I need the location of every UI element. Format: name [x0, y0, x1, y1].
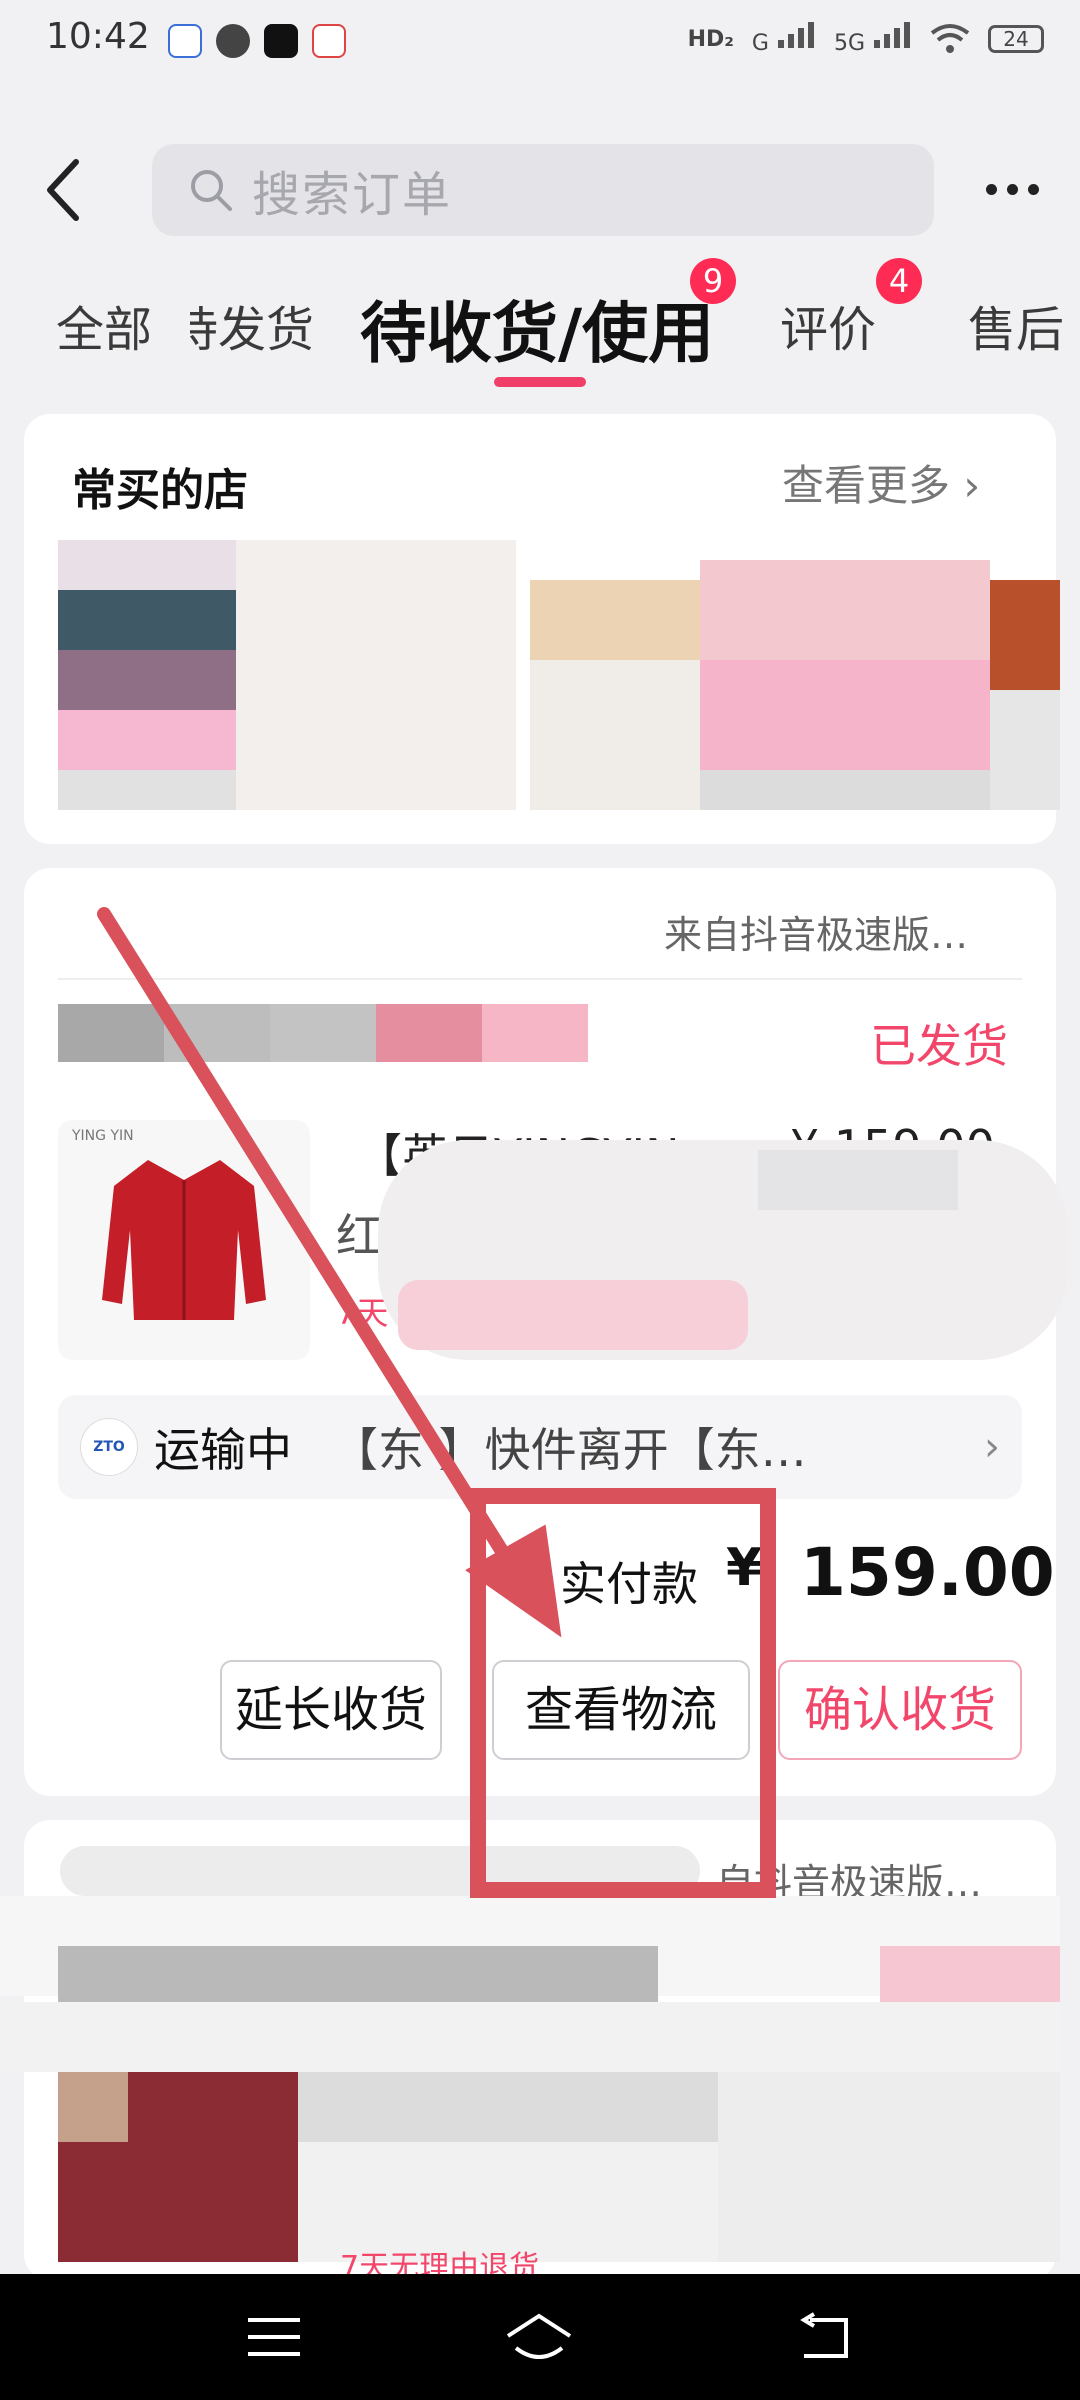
home-nav-icon[interactable] — [504, 2312, 574, 2362]
annotation-arrow — [97, 907, 562, 1638]
annotation-highlight-box — [470, 1488, 776, 1898]
back-nav-icon[interactable] — [796, 2312, 856, 2362]
menu-nav-icon[interactable] — [244, 2312, 304, 2362]
